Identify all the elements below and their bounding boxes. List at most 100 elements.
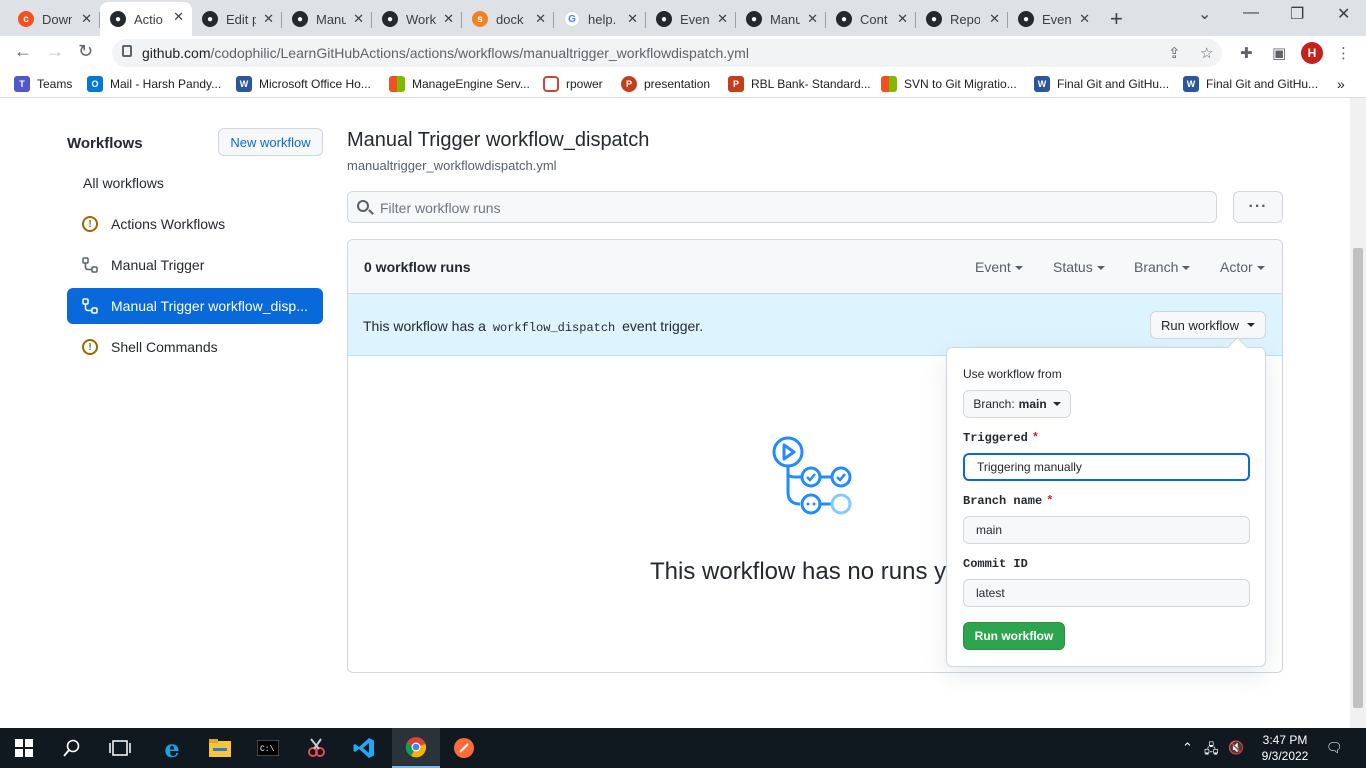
close-icon[interactable]: ✕ xyxy=(807,11,818,27)
browser-tab-active[interactable]: ● Actio ✕ xyxy=(100,2,192,36)
terminal-icon[interactable]: C:\ xyxy=(244,728,292,768)
tab-search-icon[interactable]: ⌄ xyxy=(1198,4,1211,24)
sidebar-item-label: All workflows xyxy=(83,175,164,191)
share-icon[interactable]: ⇪ xyxy=(1168,44,1181,62)
scrollbar-thumb[interactable] xyxy=(1353,248,1363,708)
page-scrollbar[interactable] xyxy=(1350,98,1366,728)
github-icon: ● xyxy=(1018,11,1034,27)
bookmark-svn[interactable]: SVN to Git Migratio... xyxy=(881,76,1017,92)
sidebar-item-label: Shell Commands xyxy=(111,339,218,355)
close-icon[interactable]: ✕ xyxy=(897,11,908,27)
chrome-icon[interactable] xyxy=(392,728,440,768)
close-icon[interactable]: ✕ xyxy=(353,11,364,27)
network-icon[interactable]: 🖧 xyxy=(1204,740,1219,762)
triggered-input[interactable] xyxy=(963,453,1250,481)
tab-title: Manu xyxy=(770,11,800,27)
close-icon[interactable]: ✕ xyxy=(81,11,92,27)
browser-tab[interactable]: s dock ✕ xyxy=(462,4,554,34)
restore-icon[interactable]: ❐ xyxy=(1290,4,1304,24)
browser-tab[interactable]: ● Even ✕ xyxy=(646,4,736,34)
run-workflow-submit-button[interactable]: Run workflow xyxy=(963,622,1065,650)
start-icon[interactable] xyxy=(0,728,48,768)
word-icon: W xyxy=(1183,76,1199,92)
close-icon[interactable]: ✕ xyxy=(627,11,638,27)
close-icon[interactable]: ✕ xyxy=(1079,11,1090,27)
bookmark-star-icon[interactable]: ☆ xyxy=(1200,44,1213,62)
branch-filter[interactable]: Branch xyxy=(1134,259,1191,275)
new-workflow-button[interactable]: New workflow xyxy=(218,128,323,156)
browser-tab[interactable]: ● Manu ✕ xyxy=(282,4,372,34)
more-options-button[interactable]: ··· xyxy=(1233,191,1283,223)
bookmarks-overflow-icon[interactable]: » xyxy=(1337,76,1345,92)
minimize-icon[interactable]: — xyxy=(1243,4,1259,22)
close-icon[interactable]: ✕ xyxy=(989,11,1000,27)
bookmark-manageengine[interactable]: ManageEngine Serv... xyxy=(389,76,530,92)
browser-tabstrip: c Down ✕ ● Actio ✕ ● Edit p ✕ ● Manu ✕ ●… xyxy=(0,0,1366,36)
back-icon[interactable]: ← xyxy=(14,41,32,62)
browser-tab[interactable]: G help. ✕ xyxy=(554,4,646,34)
browser-tab[interactable]: c Down ✕ xyxy=(8,4,100,34)
profile-avatar[interactable]: H xyxy=(1301,42,1323,64)
workflow-icon xyxy=(81,298,99,314)
browser-tab[interactable]: ● Edit p ✕ xyxy=(192,4,282,34)
status-filter[interactable]: Status xyxy=(1053,259,1105,275)
word-icon: W xyxy=(236,76,252,92)
bookmark-final-git-1[interactable]: W Final Git and GitHu... xyxy=(1034,76,1169,92)
browser-tab[interactable]: ● Repo ✕ xyxy=(916,4,1008,34)
system-clock[interactable]: 3:47 PM 9/3/2022 xyxy=(1252,732,1318,764)
sidebar-item-all-workflows[interactable]: All workflows xyxy=(67,165,323,201)
actor-filter[interactable]: Actor xyxy=(1220,259,1265,275)
notifications-icon[interactable]: 🗨 xyxy=(1326,740,1343,756)
warning-icon: ! xyxy=(81,339,99,355)
close-icon[interactable]: ✕ xyxy=(535,11,546,27)
bookmark-presentation[interactable]: Ppresentation xyxy=(621,76,710,92)
address-bar[interactable]: github.com/codophilic/LearnGitHubActions… xyxy=(112,39,1222,67)
commit-id-input[interactable] xyxy=(963,579,1250,607)
bookmark-rbl[interactable]: P RBL Bank- Standard... xyxy=(728,76,871,92)
menu-icon[interactable]: ⋮ xyxy=(1336,44,1351,62)
branch-select-button[interactable]: Branch: main xyxy=(963,390,1071,418)
side-panel-icon[interactable]: ▣ xyxy=(1272,44,1286,62)
sidebar-item-actions-workflows[interactable]: ! Actions Workflows xyxy=(67,206,323,242)
close-icon[interactable]: ✕ xyxy=(443,11,454,27)
volume-muted-icon[interactable]: 🔇 xyxy=(1228,740,1244,756)
branch-name-input[interactable] xyxy=(963,516,1250,544)
close-icon[interactable]: ✕ xyxy=(173,9,184,25)
microsoft-icon xyxy=(881,76,897,92)
tab-title: Down xyxy=(42,11,72,27)
browser-tab[interactable]: ● Cont ✕ xyxy=(826,4,916,34)
bookmark-office[interactable]: W Microsoft Office Ho... xyxy=(236,76,371,92)
vscode-icon[interactable] xyxy=(340,728,388,768)
postman-icon[interactable] xyxy=(440,728,488,768)
reload-icon[interactable]: ↻ xyxy=(78,41,93,62)
sidebar-item-manual-trigger[interactable]: Manual Trigger xyxy=(67,247,323,283)
file-explorer-icon[interactable] xyxy=(196,728,244,768)
tray-overflow-icon[interactable]: ⌃ xyxy=(1182,740,1193,756)
browser-tab[interactable]: ● Manu ✕ xyxy=(736,4,826,34)
sidebar-item-shell-commands[interactable]: ! Shell Commands xyxy=(67,329,323,365)
forward-icon[interactable]: → xyxy=(46,41,64,62)
run-workflow-dropdown-button[interactable]: Run workflow xyxy=(1150,311,1266,339)
bookmark-rpower[interactable]: rpower xyxy=(543,76,603,92)
tab-title: Work xyxy=(406,11,436,27)
search-icon[interactable] xyxy=(48,728,96,768)
filter-runs-input[interactable] xyxy=(380,198,1200,218)
extensions-icon[interactable]: ✚ xyxy=(1240,44,1253,62)
close-window-icon[interactable]: ✕ xyxy=(1337,4,1350,24)
close-icon[interactable]: ✕ xyxy=(263,11,274,27)
snipping-tool-icon[interactable] xyxy=(292,728,340,768)
browser-tab[interactable]: ● Even ✕ xyxy=(1008,4,1098,34)
sidebar-item-manual-trigger-dispatch[interactable]: Manual Trigger workflow_disp... xyxy=(67,288,323,324)
task-view-icon[interactable] xyxy=(96,728,144,768)
edge-icon[interactable]: e xyxy=(148,728,196,768)
event-filter[interactable]: Event xyxy=(975,259,1023,275)
bookmark-final-git-2[interactable]: W Final Git and GitHu... xyxy=(1183,76,1318,92)
close-icon[interactable]: ✕ xyxy=(717,11,728,27)
bookmark-teams[interactable]: T Teams xyxy=(14,76,72,92)
workflow-filename[interactable]: manualtrigger_workflowdispatch.yml xyxy=(347,158,557,173)
browser-tab[interactable]: ● Work ✕ xyxy=(372,4,462,34)
bookmark-mail[interactable]: O Mail - Harsh Pandy... xyxy=(87,76,221,92)
warning-icon: ! xyxy=(81,216,99,232)
new-tab-icon[interactable]: + xyxy=(1110,6,1123,32)
windows-taskbar: e C:\ ⌃ 🖧 🔇 3:47 PM 9/3/2022 🗨 xyxy=(0,728,1366,768)
